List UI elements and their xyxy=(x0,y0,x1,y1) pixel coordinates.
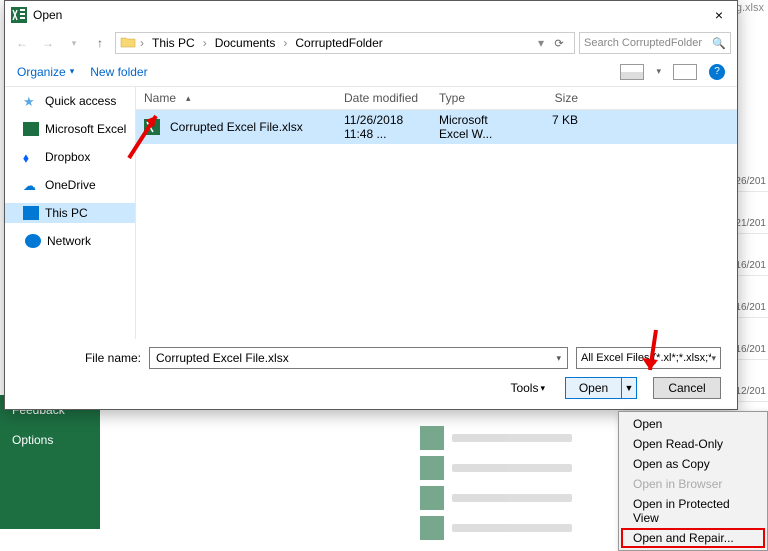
column-type[interactable]: Type xyxy=(431,87,526,109)
file-list: Name▴ Date modified Type Size Corrupted … xyxy=(135,87,737,339)
sort-indicator-icon: ▴ xyxy=(186,93,191,104)
dialog-title: Open xyxy=(33,8,701,22)
search-placeholder: Search CorruptedFolder xyxy=(584,37,702,49)
sidebar-item-quick-access[interactable]: ★Quick access xyxy=(5,91,135,111)
cloud-icon: ☁ xyxy=(23,178,39,192)
background-excel-sidebar: Feedback Options xyxy=(0,395,100,529)
bg-options: Options xyxy=(0,425,100,455)
file-list-header: Name▴ Date modified Type Size xyxy=(136,87,737,110)
file-date: 11/26/2018 11:48 ... xyxy=(336,110,431,144)
excel-file-icon xyxy=(144,119,160,135)
pc-icon xyxy=(23,206,39,220)
menu-open-repair[interactable]: Open and Repair... xyxy=(621,528,765,548)
open-dropdown-button[interactable]: ▼ xyxy=(621,377,637,399)
nav-forward-button[interactable]: → xyxy=(37,32,59,54)
menu-open[interactable]: Open xyxy=(621,414,765,434)
search-icon: 🔍 xyxy=(712,37,726,50)
column-date[interactable]: Date modified xyxy=(336,87,431,109)
tools-button[interactable]: Tools▾ xyxy=(510,381,545,395)
open-button[interactable]: Open xyxy=(565,377,621,399)
star-icon: ★ xyxy=(23,94,39,108)
excel-icon xyxy=(23,122,39,136)
open-dialog: Open × ← → ▾ ↑ › This PC › Documents › C… xyxy=(4,0,738,410)
crumb-this-pc[interactable]: This PC xyxy=(148,36,199,50)
organize-button[interactable]: Organize▾ xyxy=(17,65,74,79)
dialog-footer: File name: Corrupted Excel File.xlsx ▾ A… xyxy=(5,339,737,409)
sidebar-item-this-pc[interactable]: This PC xyxy=(5,203,135,223)
dropbox-icon: ⬧ xyxy=(23,150,39,164)
menu-open-browser: Open in Browser xyxy=(621,474,765,494)
breadcrumb[interactable]: › This PC › Documents › CorruptedFolder … xyxy=(115,32,575,54)
file-size: 7 KB xyxy=(526,110,586,144)
dropdown-icon[interactable]: ▾ xyxy=(556,353,561,364)
file-type: Microsoft Excel W... xyxy=(431,110,526,144)
preview-pane-button[interactable] xyxy=(673,64,697,80)
crumb-documents[interactable]: Documents xyxy=(211,36,280,50)
cancel-button[interactable]: Cancel xyxy=(653,377,721,399)
column-name[interactable]: Name▴ xyxy=(136,87,336,109)
open-split-button[interactable]: Open ▼ xyxy=(565,377,637,399)
sidebar-item-onedrive[interactable]: ☁OneDrive xyxy=(5,175,135,195)
crumb-corruptedfolder[interactable]: CorruptedFolder xyxy=(291,36,386,50)
sidebar-item-excel[interactable]: Microsoft Excel xyxy=(5,119,135,139)
breadcrumb-dropdown-icon[interactable]: ▾ xyxy=(536,36,546,50)
sidebar-item-dropbox[interactable]: ⬧Dropbox xyxy=(5,147,135,167)
nav-up-button[interactable]: ↑ xyxy=(89,32,111,54)
filename-input[interactable]: Corrupted Excel File.xlsx ▾ xyxy=(149,347,568,369)
toolbar: Organize▾ New folder ▾ ? xyxy=(5,57,737,87)
close-button[interactable]: × xyxy=(707,7,731,23)
nav-sidebar: ★Quick access Microsoft Excel ⬧Dropbox ☁… xyxy=(5,87,135,339)
menu-open-copy[interactable]: Open as Copy xyxy=(621,454,765,474)
menu-open-readonly[interactable]: Open Read-Only xyxy=(621,434,765,454)
new-folder-button[interactable]: New folder xyxy=(90,65,147,79)
menu-open-protected[interactable]: Open in Protected View xyxy=(621,494,765,528)
view-mode-button[interactable] xyxy=(620,64,644,80)
dropdown-icon[interactable]: ▾ xyxy=(711,353,716,364)
column-size[interactable]: Size xyxy=(526,87,586,109)
bg-filename: g.xlsx xyxy=(736,2,764,14)
excel-app-icon xyxy=(11,7,27,23)
nav-recent-button[interactable]: ▾ xyxy=(63,32,85,54)
open-dropdown-menu: Open Open Read-Only Open as Copy Open in… xyxy=(618,411,768,551)
help-button[interactable]: ? xyxy=(709,64,725,80)
background-recent-files xyxy=(420,420,620,529)
file-row[interactable]: Corrupted Excel File.xlsx 11/26/2018 11:… xyxy=(136,110,737,144)
refresh-button[interactable]: ⟳ xyxy=(548,32,570,54)
sidebar-item-network[interactable]: Network xyxy=(5,231,135,251)
nav-bar: ← → ▾ ↑ › This PC › Documents › Corrupte… xyxy=(5,29,737,57)
network-icon xyxy=(25,234,41,248)
nav-back-button[interactable]: ← xyxy=(11,32,33,54)
folder-icon xyxy=(120,35,136,52)
file-name: Corrupted Excel File.xlsx xyxy=(170,120,303,134)
filename-label: File name: xyxy=(21,351,141,365)
filetype-combo[interactable]: All Excel Files (*.xl*;*.xlsx;*.xlsm; ▾ xyxy=(576,347,721,369)
search-input[interactable]: Search CorruptedFolder 🔍 xyxy=(579,32,731,54)
titlebar: Open × xyxy=(5,1,737,29)
